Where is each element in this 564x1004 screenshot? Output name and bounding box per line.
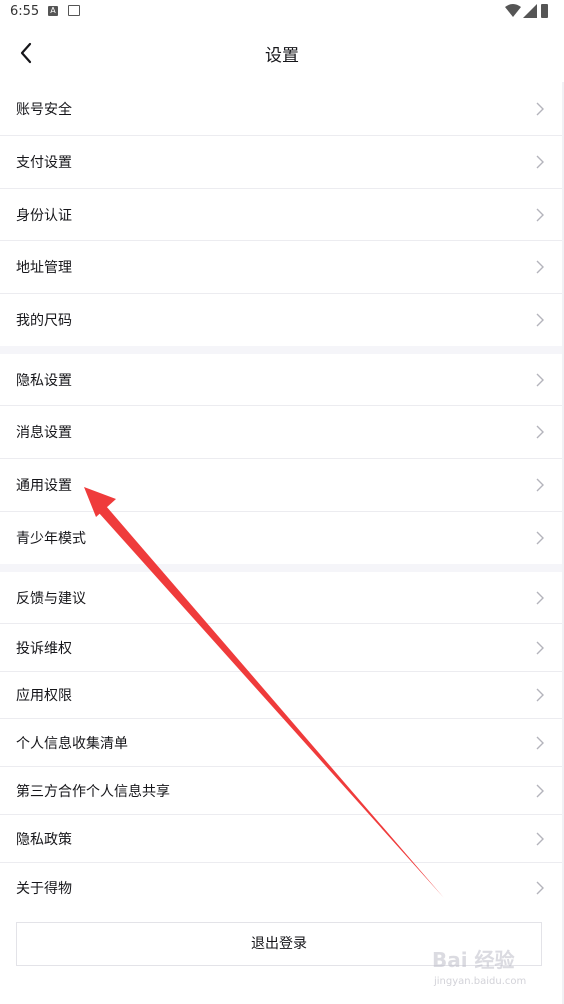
section-divider — [0, 564, 562, 572]
settings-item-identity[interactable]: 身份认证 — [0, 189, 562, 241]
section-divider — [0, 346, 562, 354]
settings-item-about[interactable]: 关于得物 — [0, 863, 562, 913]
settings-item-label: 消息设置 — [16, 425, 72, 441]
watermark-logo: Bai 经验 — [432, 948, 515, 972]
settings-item-label: 第三方合作个人信息共享 — [16, 783, 170, 800]
notification-a-icon: A — [48, 6, 58, 16]
settings-item-payment[interactable]: 支付设置 — [0, 136, 562, 189]
settings-item-label: 青少年模式 — [16, 531, 86, 547]
settings-item-label: 投诉维权 — [16, 640, 72, 657]
settings-item-label: 隐私设置 — [16, 372, 72, 389]
page-title: 设置 — [265, 46, 299, 66]
chevron-right-icon — [536, 736, 544, 749]
chevron-right-icon — [536, 425, 544, 439]
settings-item-complaints[interactable]: 投诉维权 — [0, 624, 562, 672]
status-bar: 6:55 A — [0, 0, 564, 24]
chevron-right-icon — [536, 208, 544, 221]
settings-item-label: 个人信息收集清单 — [16, 735, 128, 752]
settings-item-privacy-policy[interactable]: 隐私政策 — [0, 815, 562, 863]
settings-item-app-permissions[interactable]: 应用权限 — [0, 672, 562, 719]
chevron-right-icon — [536, 688, 544, 702]
settings-item-general[interactable]: 通用设置 — [0, 459, 562, 512]
chevron-right-icon — [536, 260, 544, 274]
battery-icon — [541, 4, 548, 18]
settings-item-account-security[interactable]: 账号安全 — [0, 82, 562, 136]
watermark-url: jingyan.baidu.com — [434, 976, 527, 987]
settings-item-size[interactable]: 我的尺码 — [0, 294, 562, 346]
settings-item-info-collection-list[interactable]: 个人信息收集清单 — [0, 719, 562, 767]
chevron-right-icon — [536, 784, 544, 797]
status-time: 6:55 — [10, 4, 40, 19]
settings-item-label: 支付设置 — [16, 155, 72, 171]
settings-item-label: 地址管理 — [16, 260, 72, 276]
settings-item-label: 隐私政策 — [16, 831, 72, 848]
chevron-right-icon — [536, 102, 544, 115]
settings-item-label: 通用设置 — [16, 478, 72, 494]
chevron-right-icon — [536, 155, 544, 169]
chevron-right-icon — [536, 591, 544, 604]
chevron-right-icon — [536, 531, 544, 545]
settings-item-label: 关于得物 — [16, 881, 72, 897]
settings-item-label: 我的尺码 — [16, 313, 72, 329]
chevron-right-icon — [536, 832, 544, 845]
settings-item-privacy[interactable]: 隐私设置 — [0, 354, 562, 406]
signal-icon — [523, 4, 537, 18]
settings-item-label: 账号安全 — [16, 101, 72, 118]
chevron-right-icon — [536, 881, 544, 895]
chevron-right-icon — [536, 373, 544, 386]
chevron-right-icon — [536, 313, 544, 327]
settings-item-label: 身份认证 — [16, 207, 72, 224]
settings-item-feedback[interactable]: 反馈与建议 — [0, 572, 562, 624]
mail-icon — [68, 5, 80, 16]
settings-item-teen-mode[interactable]: 青少年模式 — [0, 512, 562, 564]
settings-item-label: 反馈与建议 — [16, 590, 86, 607]
settings-item-address[interactable]: 地址管理 — [0, 241, 562, 294]
chevron-right-icon — [536, 478, 544, 492]
settings-item-third-party-sharing[interactable]: 第三方合作个人信息共享 — [0, 767, 562, 815]
settings-item-label: 应用权限 — [16, 688, 72, 704]
wifi-icon — [505, 4, 521, 17]
settings-item-notifications[interactable]: 消息设置 — [0, 406, 562, 459]
chevron-right-icon — [536, 641, 544, 654]
header-bar: 设置 — [0, 24, 564, 82]
